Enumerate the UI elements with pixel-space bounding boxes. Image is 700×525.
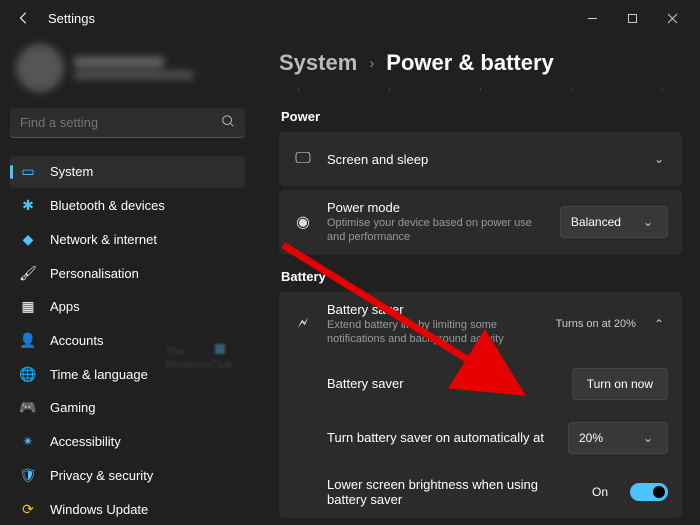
globe-icon: 🌐 — [20, 366, 36, 382]
shield-icon: 🛡 — [20, 467, 36, 483]
chevron-up-icon: ⌃ — [650, 317, 668, 331]
row-battery-saver-header[interactable]: 🗲 Battery saver Extend battery life by l… — [279, 292, 682, 357]
nav-bluetooth[interactable]: ✱Bluetooth & devices — [10, 190, 245, 222]
update-icon: ⟳ — [20, 501, 36, 517]
system-icon: ▭ — [20, 164, 36, 180]
section-battery-title: Battery — [281, 269, 682, 284]
nav-update[interactable]: ⟳Windows Update — [10, 493, 245, 525]
row-power-mode: ◉ Power mode Optimise your device based … — [279, 190, 682, 255]
section-power-title: Power — [281, 109, 682, 124]
monitor-icon: 🖵 — [293, 150, 313, 168]
row-screen-sleep[interactable]: 🖵 Screen and sleep ⌄ — [279, 132, 682, 186]
maximize-button[interactable] — [612, 2, 652, 34]
breadcrumb-current: Power & battery — [386, 50, 554, 76]
gauge-icon: ◉ — [293, 212, 313, 232]
chevron-down-icon: ⌄ — [639, 431, 657, 445]
battery-saver-status: Turns on at 20% — [556, 318, 636, 330]
breadcrumb: System › Power & battery — [279, 50, 682, 76]
bluetooth-icon: ✱ — [20, 198, 36, 214]
nav-list: ▭System ✱Bluetooth & devices ◆Network & … — [10, 156, 245, 525]
accessibility-icon: ✴ — [20, 434, 36, 450]
nav-personalisation[interactable]: 🖌Personalisation — [10, 257, 245, 289]
turn-on-now-button[interactable]: Turn on now — [572, 368, 668, 400]
nav-gaming[interactable]: 🎮Gaming — [10, 392, 245, 424]
search-field[interactable] — [10, 108, 245, 138]
nav-apps[interactable]: ▦Apps — [10, 291, 245, 323]
brightness-toggle[interactable] — [630, 483, 668, 501]
nav-network[interactable]: ◆Network & internet — [10, 223, 245, 255]
sidebar: ▭System ✱Bluetooth & devices ◆Network & … — [0, 36, 255, 525]
chevron-right-icon: › — [369, 55, 374, 72]
search-icon — [221, 114, 235, 131]
nav-system[interactable]: ▭System — [10, 156, 245, 188]
person-icon: 👤 — [20, 332, 36, 348]
row-auto-at: Turn battery saver on automatically at 2… — [279, 410, 682, 464]
auto-at-select[interactable]: 20% ⌄ — [568, 422, 668, 454]
wifi-icon: ◆ — [20, 231, 36, 247]
apps-icon: ▦ — [20, 299, 36, 315]
content-pane: System › Power & battery ····· Power 🖵 S… — [255, 36, 700, 525]
nav-privacy[interactable]: 🛡Privacy & security — [10, 460, 245, 492]
back-button[interactable] — [8, 2, 40, 34]
nav-time[interactable]: 🌐Time & language — [10, 358, 245, 390]
chevron-down-icon: ⌄ — [650, 152, 668, 166]
chevron-down-icon: ⌄ — [639, 215, 657, 229]
nav-accounts[interactable]: 👤Accounts — [10, 325, 245, 357]
nav-accessibility[interactable]: ✴Accessibility — [10, 426, 245, 458]
power-mode-select[interactable]: Balanced ⌄ — [560, 206, 668, 238]
row-battery-saver-toggle: Battery saver Turn on now — [279, 356, 682, 410]
gaming-icon: 🎮 — [20, 400, 36, 416]
window-title: Settings — [48, 11, 95, 26]
avatar — [16, 44, 64, 92]
breadcrumb-parent[interactable]: System — [279, 50, 357, 76]
profile-block[interactable] — [10, 36, 245, 108]
battery-icon: 🗲 — [293, 315, 313, 333]
row-lower-brightness: Lower screen brightness when using batte… — [279, 464, 682, 518]
search-input[interactable] — [20, 115, 221, 130]
paint-icon: 🖌 — [20, 265, 36, 281]
minimize-button[interactable] — [572, 2, 612, 34]
close-button[interactable] — [652, 2, 692, 34]
